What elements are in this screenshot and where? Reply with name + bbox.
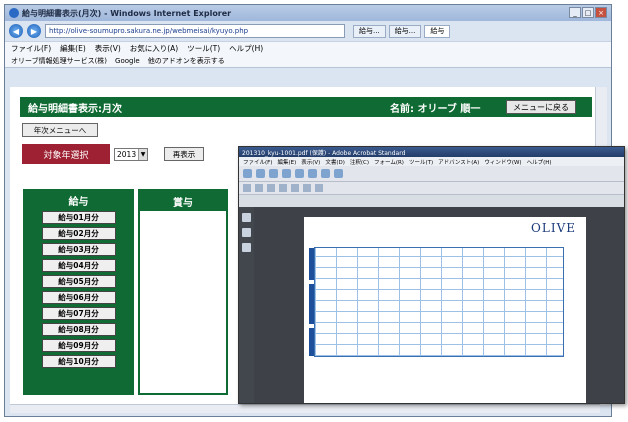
menu-help[interactable]: ヘルプ(H) <box>229 43 263 54</box>
back-icon[interactable]: ◀ <box>9 24 23 38</box>
pdf-menu-document[interactable]: 文書(D) <box>325 158 345 166</box>
pdf-navigation-toolbar <box>239 182 624 195</box>
menu-favorites[interactable]: お気に入り(A) <box>130 43 178 54</box>
pdf-menu-bar: ファイル(F) 編集(E) 表示(V) 文書(D) 注釈(C) フォーム(R) … <box>239 157 624 166</box>
menu-file[interactable]: ファイル(F) <box>11 43 51 54</box>
pdf-title-bar: 201310_kyu-1001.pdf (保護) - Adobe Acrobat… <box>239 147 624 157</box>
pdf-menu-tools[interactable]: ツール(T) <box>409 158 433 166</box>
salary-month-button[interactable]: 給与06月分 <box>41 291 116 304</box>
chevron-down-icon[interactable]: ▼ <box>138 148 147 160</box>
secure-icon[interactable] <box>282 169 291 178</box>
menu-tools[interactable]: ツール(T) <box>187 43 220 54</box>
year-value: 2013 <box>117 149 137 159</box>
ie-logo-icon <box>9 8 19 18</box>
export-icon[interactable] <box>269 169 278 178</box>
menu-view[interactable]: 表示(V) <box>95 43 121 54</box>
combine-icon[interactable] <box>256 169 265 178</box>
bonus-column: 賞与 <box>138 189 228 395</box>
pdf-menu-file[interactable]: ファイル(F) <box>243 158 272 166</box>
page-title: 給与明細書表示:月次 <box>28 103 122 115</box>
pdf-viewer-window: 201310_kyu-1001.pdf (保護) - Adobe Acrobat… <box>238 146 625 404</box>
pdf-menu-forms[interactable]: フォーム(R) <box>374 158 404 166</box>
pdf-page: OLIVE <box>304 217 586 403</box>
zoom-in-icon[interactable] <box>315 184 323 192</box>
email-icon[interactable] <box>267 184 275 192</box>
minimize-icon[interactable]: _ <box>569 7 581 18</box>
signatures-icon[interactable] <box>242 243 251 252</box>
salary-month-button[interactable]: 給与08月分 <box>41 323 116 336</box>
salary-month-button[interactable]: 給与03月分 <box>41 243 116 256</box>
user-name: 名前: オリーブ 順一 <box>390 103 481 115</box>
favorite-olive[interactable]: オリーブ情報処理サービス(株) <box>11 56 107 66</box>
prev-page-icon[interactable] <box>279 184 287 192</box>
tab-2[interactable]: 給与... <box>388 24 422 38</box>
back-to-menu-button[interactable]: メニューに戻る <box>506 100 576 114</box>
olive-logo: OLIVE <box>531 221 576 235</box>
pages-icon[interactable] <box>242 213 251 222</box>
pdf-menu-edit[interactable]: 編集(E) <box>277 158 296 166</box>
redisplay-button[interactable]: 再表示 <box>164 147 204 161</box>
payslip-band-earnings <box>309 248 314 280</box>
year-select[interactable]: 2013 ▼ <box>114 147 148 161</box>
attachments-icon[interactable] <box>242 228 251 237</box>
year-select-row: 対象年選択 2013 ▼ 再表示 <box>22 144 204 164</box>
salary-month-button[interactable]: 給与02月分 <box>41 227 116 240</box>
menu-edit[interactable]: 編集(E) <box>60 43 86 54</box>
horizontal-scrollbar[interactable] <box>10 404 600 413</box>
pdf-menu-help[interactable]: ヘルプ(H) <box>527 158 552 166</box>
address-bar[interactable]: http://olive-soumupro.sakura.ne.jp/webme… <box>45 24 345 38</box>
salary-month-button[interactable]: 給与05月分 <box>41 275 116 288</box>
salary-month-button[interactable]: 給与01月分 <box>41 211 116 224</box>
forms-icon[interactable] <box>308 169 317 178</box>
pdf-document-view: OLIVE <box>254 207 624 403</box>
pdf-toolbar <box>239 166 624 182</box>
salary-month-button[interactable]: 給与09月分 <box>41 339 116 352</box>
tab-strip: 給与... 給与... 給与 <box>353 24 451 38</box>
year-menu-button[interactable]: 年次メニューへ <box>22 123 98 137</box>
print-icon[interactable] <box>255 184 263 192</box>
bonus-heading: 賞与 <box>140 191 226 211</box>
pdf-menu-advanced[interactable]: アドバンスト(A) <box>438 158 479 166</box>
salary-column: 給与 給与01月分 給与02月分 給与03月分 給与04月分 給与05月分 給与… <box>23 189 134 395</box>
pdf-side-panel <box>239 207 254 403</box>
zoom-out-icon[interactable] <box>303 184 311 192</box>
favorites-bar: オリーブ情報処理サービス(株) Google 他のアドオンを表示する <box>5 55 611 68</box>
forward-icon[interactable]: ▶ <box>27 24 41 38</box>
sign-icon[interactable] <box>295 169 304 178</box>
salary-month-button[interactable]: 給与10月分 <box>41 355 116 368</box>
payslip-band-deductions <box>309 284 314 324</box>
browser-title-bar: 給与明細書表示(月次) - Windows Internet Explorer <box>5 5 611 21</box>
pdf-menu-comments[interactable]: 注釈(C) <box>350 158 369 166</box>
tab-3[interactable]: 給与 <box>424 24 451 38</box>
salary-heading: 給与 <box>68 196 89 208</box>
year-select-label: 対象年選択 <box>22 144 110 164</box>
close-icon[interactable]: × <box>595 7 607 18</box>
next-page-icon[interactable] <box>291 184 299 192</box>
tab-1[interactable]: 給与... <box>353 24 386 38</box>
pdf-menu-view[interactable]: 表示(V) <box>301 158 320 166</box>
maximize-icon[interactable]: □ <box>582 7 594 18</box>
payslip-table <box>309 247 564 357</box>
pdf-menu-window[interactable]: ウィンドウ(W) <box>484 158 521 166</box>
page-header: 給与明細書表示:月次 名前: オリーブ 順一 メニューに戻る <box>20 97 592 117</box>
menu-bar: ファイル(F) 編集(E) 表示(V) お気に入り(A) ツール(T) ヘルプ(… <box>5 41 611 55</box>
favorite-addons[interactable]: 他のアドオンを表示する <box>148 56 225 66</box>
payslip-band-totals <box>309 328 314 356</box>
create-pdf-icon[interactable] <box>243 169 252 178</box>
address-row: ◀ ▶ http://olive-soumupro.sakura.ne.jp/w… <box>5 21 611 41</box>
favorite-google[interactable]: Google <box>115 57 140 65</box>
salary-month-button[interactable]: 給与04月分 <box>41 259 116 272</box>
window-controls: _ □ × <box>569 7 607 18</box>
browser-title: 給与明細書表示(月次) - Windows Internet Explorer <box>22 8 232 18</box>
review-icon[interactable] <box>321 169 330 178</box>
save-icon[interactable] <box>243 184 251 192</box>
zoom-icon[interactable] <box>334 169 343 178</box>
salary-month-button[interactable]: 給与07月分 <box>41 307 116 320</box>
